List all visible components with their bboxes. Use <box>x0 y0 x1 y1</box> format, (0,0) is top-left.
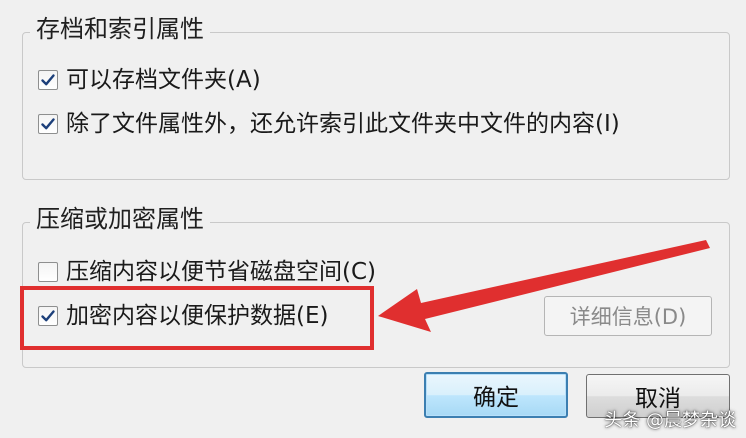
index-contents-label: 除了文件属性外，还允许索引此文件夹中文件的内容(I) <box>66 111 620 137</box>
compress-contents-checkbox[interactable] <box>38 262 58 282</box>
checkmark-icon <box>41 74 55 86</box>
archive-folder-label: 可以存档文件夹(A) <box>66 67 261 93</box>
archive-folder-option[interactable]: 可以存档文件夹(A) <box>38 66 261 94</box>
ok-button[interactable]: 确定 <box>424 372 568 418</box>
index-contents-checkbox[interactable] <box>38 114 58 134</box>
compress-contents-label: 压缩内容以便节省磁盘空间(C) <box>66 259 377 285</box>
details-button[interactable]: 详细信息(D) <box>544 296 712 336</box>
red-highlight-box <box>20 286 374 350</box>
watermark-text: 头条 @晨梦杂谈 <box>604 410 736 431</box>
archive-index-group-title: 存档和索引属性 <box>30 14 210 44</box>
index-contents-option[interactable]: 除了文件属性外，还允许索引此文件夹中文件的内容(I) <box>38 110 620 138</box>
archive-folder-checkbox[interactable] <box>38 70 58 90</box>
compress-contents-option[interactable]: 压缩内容以便节省磁盘空间(C) <box>38 258 376 286</box>
archive-index-groupbox <box>22 32 730 180</box>
compress-encrypt-group-title: 压缩或加密属性 <box>30 204 210 234</box>
checkmark-icon <box>41 118 55 130</box>
